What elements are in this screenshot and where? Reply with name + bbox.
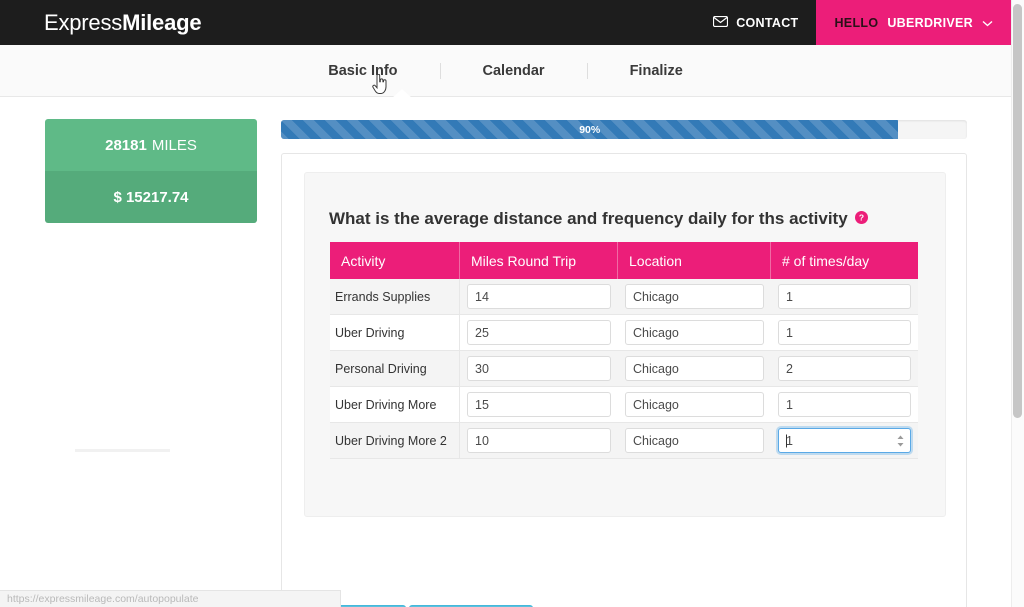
- total-deduction-value: $ 15217.74: [45, 171, 257, 223]
- user-menu-button[interactable]: HELLO UBERDRIVER: [816, 0, 1011, 45]
- location-input[interactable]: [625, 356, 764, 381]
- wizard-progress-bar: 90%: [281, 120, 967, 139]
- cell-activity-name: Uber Driving: [330, 315, 460, 351]
- status-bar-url: https://expressmileage.com/autopopulate: [7, 593, 199, 605]
- chevron-down-icon: [982, 14, 993, 32]
- page-scrollbar-thumb[interactable]: [1013, 4, 1022, 418]
- tab-calendar[interactable]: Calendar: [439, 62, 587, 79]
- cell-location: [618, 387, 771, 423]
- cell-times-per-day: [771, 279, 918, 315]
- total-miles-row: 28181 MILES: [45, 119, 257, 171]
- mileage-summary-card: 28181 MILES $ 15217.74: [45, 119, 257, 223]
- table-row: Uber Driving More 2: [330, 423, 918, 459]
- username-label: UBERDRIVER: [887, 15, 973, 30]
- cell-miles: [460, 423, 618, 459]
- table-row: Uber Driving More: [330, 387, 918, 423]
- browser-status-bar: https://expressmileage.com/autopopulate: [0, 590, 341, 607]
- cell-times-per-day: [771, 423, 918, 459]
- cell-miles: [460, 315, 618, 351]
- table-header-row: Activity Miles Round Trip Location # of …: [330, 242, 918, 279]
- wizard-tabs: Basic Info Calendar Finalize: [286, 62, 725, 79]
- logo-text-bold: Mileage: [122, 9, 202, 35]
- location-input[interactable]: [625, 320, 764, 345]
- column-header-location: Location: [618, 242, 771, 279]
- column-header-times-per-day: # of times/day: [771, 242, 918, 279]
- column-header-miles-round-trip: Miles Round Trip: [460, 242, 618, 279]
- svg-text:?: ?: [859, 213, 864, 223]
- total-miles-unit: MILES: [151, 136, 197, 154]
- page-content: 28181 MILES $ 15217.74 90% What is the a…: [0, 97, 1011, 607]
- location-input[interactable]: [625, 284, 764, 309]
- times-per-day-input[interactable]: [778, 356, 911, 381]
- times-per-day-input[interactable]: [778, 320, 911, 345]
- cell-miles: [460, 351, 618, 387]
- cell-times-per-day: [771, 387, 918, 423]
- miles-input[interactable]: [467, 284, 611, 309]
- site-logo[interactable]: ExpressMileage: [44, 9, 202, 36]
- question-text: What is the average distance and frequen…: [329, 209, 848, 228]
- cell-location: [618, 315, 771, 351]
- top-navigation-bar: ExpressMileage CONTACT HELLO UBERDRIVER: [0, 0, 1011, 45]
- cell-activity-name: Personal Driving: [330, 351, 460, 387]
- activity-table: Activity Miles Round Trip Location # of …: [330, 242, 918, 459]
- location-input[interactable]: [625, 392, 764, 417]
- total-miles-value: 28181: [105, 136, 147, 154]
- miles-input[interactable]: [467, 356, 611, 381]
- cell-times-per-day: [771, 315, 918, 351]
- question-heading: What is the average distance and frequen…: [329, 209, 868, 229]
- tab-basic-info[interactable]: Basic Info: [286, 63, 439, 79]
- times-per-day-input[interactable]: [778, 392, 911, 417]
- table-row: Personal Driving: [330, 351, 918, 387]
- cell-activity-name: Errands Supplies: [330, 279, 460, 315]
- times-per-day-input[interactable]: [778, 428, 911, 453]
- times-per-day-input[interactable]: [778, 284, 911, 309]
- activity-table-body: Errands SuppliesUber DrivingPersonal Dri…: [330, 279, 918, 459]
- cell-location: [618, 351, 771, 387]
- cell-activity-name: Uber Driving More: [330, 387, 460, 423]
- mail-icon: [713, 15, 729, 30]
- table-row: Uber Driving: [330, 315, 918, 351]
- activity-table-head: Activity Miles Round Trip Location # of …: [330, 242, 918, 279]
- cell-location: [618, 423, 771, 459]
- hello-label: HELLO: [834, 15, 879, 30]
- progress-bar-fill: 90%: [281, 120, 899, 139]
- miles-input[interactable]: [467, 392, 611, 417]
- table-row: Errands Supplies: [330, 279, 918, 315]
- form-panel: What is the average distance and frequen…: [281, 153, 967, 607]
- miles-input[interactable]: [467, 428, 611, 453]
- contact-link[interactable]: CONTACT: [713, 0, 816, 45]
- help-circle-icon[interactable]: ?: [854, 209, 868, 229]
- contact-label: CONTACT: [736, 15, 799, 30]
- cell-miles: [460, 387, 618, 423]
- cell-miles: [460, 279, 618, 315]
- page-scrollbar-track[interactable]: [1011, 0, 1024, 607]
- column-header-activity: Activity: [330, 242, 460, 279]
- browser-page: ExpressMileage CONTACT HELLO UBERDRIVER: [0, 0, 1024, 607]
- location-input[interactable]: [625, 428, 764, 453]
- wizard-tabs-bar: Basic Info Calendar Finalize: [0, 45, 1011, 97]
- cell-location: [618, 279, 771, 315]
- cell-times-per-day: [771, 351, 918, 387]
- tab-finalize[interactable]: Finalize: [586, 62, 725, 79]
- text-caret: [786, 434, 787, 447]
- miles-input[interactable]: [467, 320, 611, 345]
- selection-artifact: [75, 449, 170, 452]
- top-nav-right-group: CONTACT HELLO UBERDRIVER: [713, 0, 1011, 45]
- progress-percent-label: 90%: [579, 123, 601, 136]
- logo-text-light: Express: [44, 9, 123, 35]
- cell-activity-name: Uber Driving More 2: [330, 423, 460, 459]
